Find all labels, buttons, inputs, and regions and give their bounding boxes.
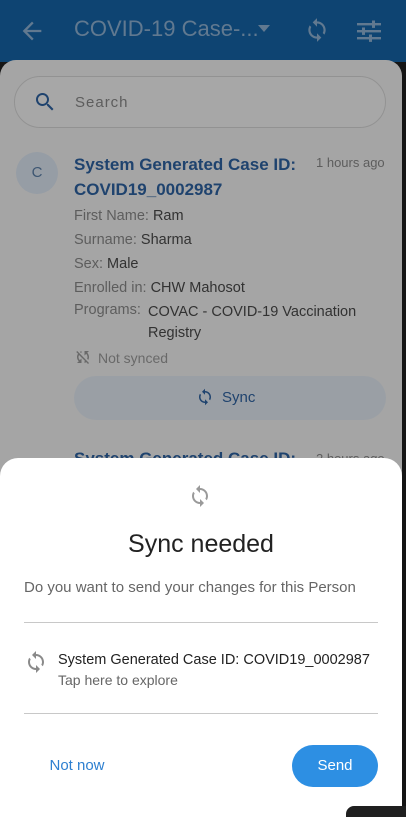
unsynced-item-subtitle: Tap here to explore bbox=[58, 672, 178, 688]
sync-needed-bottom-sheet: Sync needed Do you want to send your cha… bbox=[0, 458, 402, 817]
unsynced-item-title: System Generated Case ID: COVID19_000298… bbox=[58, 652, 370, 668]
dialog-title: Sync needed bbox=[128, 530, 274, 558]
sync-icon bbox=[28, 651, 44, 673]
screen-corner bbox=[346, 806, 406, 817]
divider bbox=[24, 622, 378, 623]
unsynced-item[interactable]: System Generated Case ID: COVID19_000298… bbox=[0, 642, 402, 694]
sync-icon bbox=[192, 485, 208, 507]
send-button[interactable]: Send bbox=[292, 745, 378, 787]
divider bbox=[24, 713, 378, 714]
dialog-description: Do you want to send your changes for thi… bbox=[24, 579, 356, 596]
not-now-button[interactable]: Not now bbox=[36, 748, 118, 784]
